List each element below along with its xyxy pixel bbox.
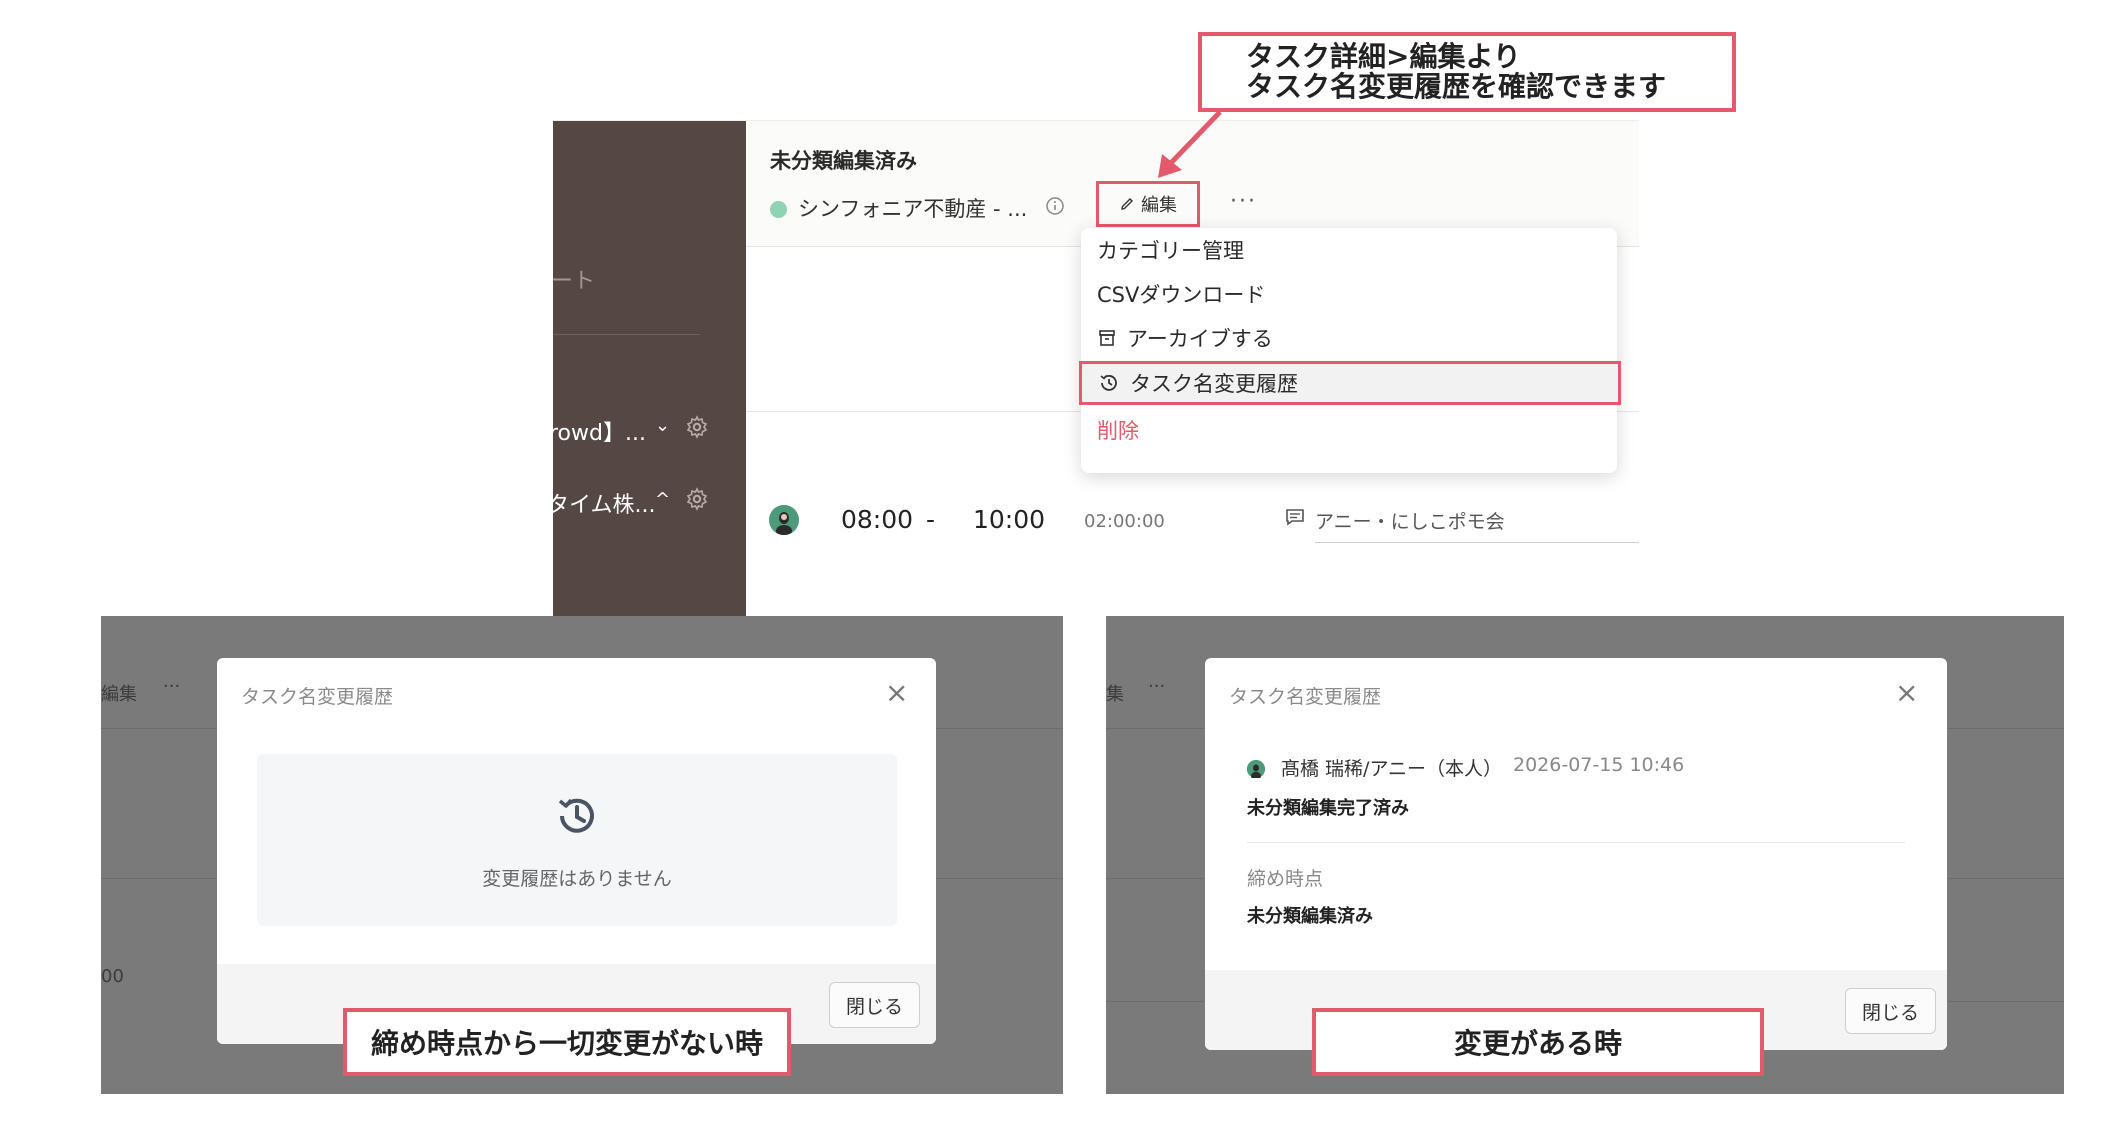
task-detail-screenshot: ート rowd】... ⌄ タイム株... ^ 未分類編集済み シンフォニア不動… bbox=[553, 120, 1639, 620]
modal-title: タスク名変更履歴 bbox=[1229, 686, 1382, 708]
gear-icon[interactable] bbox=[685, 487, 709, 511]
sidebar-item-project-1[interactable]: rowd】... ⌄ bbox=[553, 415, 746, 455]
task-organization: シンフォニア不動産 - ... bbox=[798, 197, 1028, 221]
pencil-icon bbox=[1121, 198, 1133, 210]
menu-item-label: 削除 bbox=[1097, 419, 1139, 443]
time-end[interactable]: 10:00 bbox=[973, 505, 1045, 534]
close-button[interactable]: 閉じる bbox=[1845, 988, 1936, 1034]
comment-icon bbox=[1286, 509, 1304, 526]
avatar bbox=[1247, 760, 1265, 780]
comment-text[interactable]: アニー・にしこポモ会 bbox=[1315, 507, 1505, 534]
empty-state-text: 変更履歴はありません bbox=[482, 868, 672, 890]
bg-edit-text: 集 bbox=[1106, 684, 1124, 705]
info-icon[interactable] bbox=[1044, 195, 1066, 217]
menu-item-label: カテゴリー管理 bbox=[1097, 239, 1244, 263]
sidebar-item-label: タイム株... bbox=[553, 493, 656, 518]
archive-icon bbox=[1099, 330, 1115, 346]
caption-no-change: 締め時点から一切変更がない時 bbox=[343, 1008, 791, 1076]
menu-item-rename-history[interactable]: タスク名変更履歴 bbox=[1079, 361, 1621, 405]
task-title: 未分類編集済み bbox=[770, 149, 917, 173]
history-icon bbox=[1100, 374, 1117, 391]
chevron-down-icon[interactable]: ⌄ bbox=[655, 415, 670, 436]
status-dot bbox=[770, 201, 787, 218]
time-start[interactable]: 08:00 bbox=[841, 505, 913, 534]
bg-more-text: ··· bbox=[163, 676, 181, 697]
bg-edit-text: 編集 bbox=[101, 684, 137, 705]
history-new-name: 未分類編集完了済み bbox=[1247, 798, 1409, 819]
snapshot-label: 締め時点 bbox=[1247, 868, 1324, 890]
menu-item-label: タスク名変更履歴 bbox=[1130, 372, 1298, 396]
chevron-up-icon[interactable]: ^ bbox=[655, 489, 670, 510]
sidebar-item-project-2[interactable]: タイム株... ^ bbox=[553, 487, 746, 527]
history-icon bbox=[558, 798, 594, 833]
modal-title: タスク名変更履歴 bbox=[241, 686, 394, 708]
more-button[interactable]: ··· bbox=[1230, 189, 1257, 214]
empty-state: 変更履歴はありません bbox=[257, 754, 897, 926]
menu-item-label: CSVダウンロード bbox=[1097, 283, 1266, 307]
callout-arrow bbox=[1158, 110, 1222, 178]
callout-line-1: タスク詳細>編集より bbox=[1246, 40, 1521, 73]
time-separator: - bbox=[926, 505, 936, 534]
menu-item-delete[interactable]: 削除 bbox=[1081, 408, 1617, 452]
task-actions-menu: カテゴリー管理 CSVダウンロード アーカイブする タスク名変更履歴 削除 bbox=[1079, 228, 1621, 473]
close-icon[interactable]: × bbox=[1895, 676, 1918, 709]
history-divider bbox=[1247, 842, 1905, 843]
history-user: 髙橋 瑞稀/アニー（本人） bbox=[1281, 758, 1503, 780]
sidebar-item-label: rowd】... bbox=[553, 421, 646, 446]
caption-has-change: 変更がある時 bbox=[1312, 1008, 1764, 1076]
history-timestamp: 2026-07-15 10:46 bbox=[1513, 754, 1685, 776]
sidebar-divider bbox=[553, 334, 700, 335]
comment-underline bbox=[1315, 542, 1639, 543]
bg-more-text: ··· bbox=[1148, 676, 1166, 697]
gear-icon[interactable] bbox=[685, 415, 709, 439]
history-modal-with-changes: タスク名変更履歴 × 髙橋 瑞稀/アニー（本人） 2026-07-15 10:4… bbox=[1205, 658, 1947, 1050]
menu-item-category[interactable]: カテゴリー管理 bbox=[1081, 228, 1617, 272]
sidebar-partial-text: ート bbox=[553, 269, 596, 294]
menu-item-archive[interactable]: アーカイブする bbox=[1081, 316, 1617, 360]
callout-annotation: タスク詳細>編集より タスク名変更履歴を確認できます bbox=[1198, 32, 1736, 112]
menu-item-csv-download[interactable]: CSVダウンロード bbox=[1081, 272, 1617, 316]
sidebar: ート rowd】... ⌄ タイム株... ^ bbox=[553, 121, 746, 620]
callout-line-2: タスク名変更履歴を確認できます bbox=[1246, 70, 1667, 103]
menu-item-label: アーカイブする bbox=[1127, 327, 1273, 351]
edit-button-label: 編集 bbox=[1141, 195, 1177, 216]
avatar bbox=[769, 505, 799, 535]
duration: 02:00:00 bbox=[1084, 511, 1165, 532]
history-modal-empty: タスク名変更履歴 × 変更履歴はありません 閉じる bbox=[217, 658, 936, 1044]
history-old-name: 未分類編集済み bbox=[1247, 906, 1373, 927]
close-button[interactable]: 閉じる bbox=[829, 982, 920, 1028]
bg-time-text: 00 bbox=[101, 966, 124, 987]
close-icon[interactable]: × bbox=[885, 676, 908, 709]
